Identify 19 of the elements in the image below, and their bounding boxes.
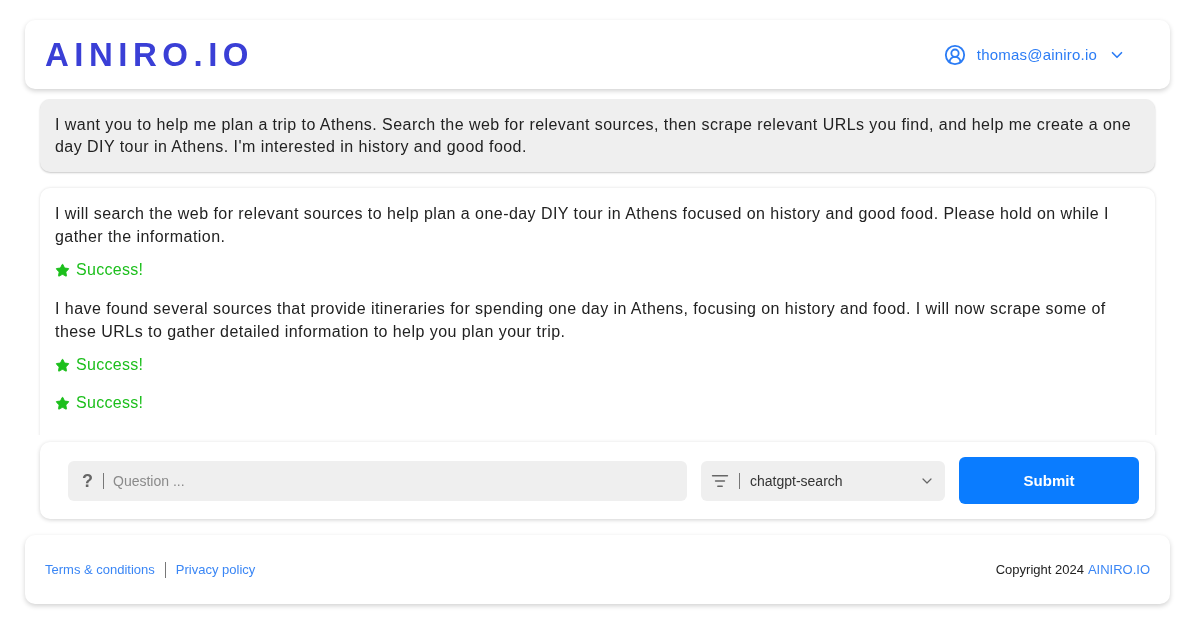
- question-mark-icon: ?: [82, 471, 93, 490]
- assistant-message-text: I have found several sources that provide itineraries for spending one day in Athens, focusing on history and food. I will now scrape some of these URLs to gather detailed information to help you plan your trip.: [55, 299, 1107, 342]
- star-icon: [55, 357, 70, 373]
- user-menu-button[interactable]: thomas@ainiro.io: [943, 43, 1126, 66]
- logo[interactable]: AINIRO.IO: [45, 38, 254, 71]
- submit-button[interactable]: Submit: [959, 457, 1139, 504]
- type-select[interactable]: chatgpt-search: [701, 460, 945, 501]
- user-message: I want you to help me plan a trip to Athens. Search the web for relevant sources, then scrape relevant URLs you find, and help me create a one day DIY tour in Athens. I'm interested in history and good food.: [40, 99, 1155, 172]
- star-icon: [55, 262, 70, 278]
- status-text: Success!: [76, 355, 144, 375]
- star-icon: [55, 395, 70, 411]
- brand-link[interactable]: AINIRO.IO: [1087, 562, 1150, 577]
- status-text: Success!: [76, 393, 144, 413]
- assistant-message-text: I will search the web for relevant sources to help plan a one-day DIY tour in Athens focused on history and good food. Please hold on while I gather the information.: [55, 204, 1110, 247]
- footer-link[interactable]: Privacy policy: [175, 562, 256, 577]
- copyright-text: Copyright 2024: [995, 562, 1084, 577]
- footer-link[interactable]: Terms & conditions: [45, 562, 155, 577]
- status-text: Success!: [76, 260, 144, 280]
- user-avatar-icon: [943, 43, 966, 66]
